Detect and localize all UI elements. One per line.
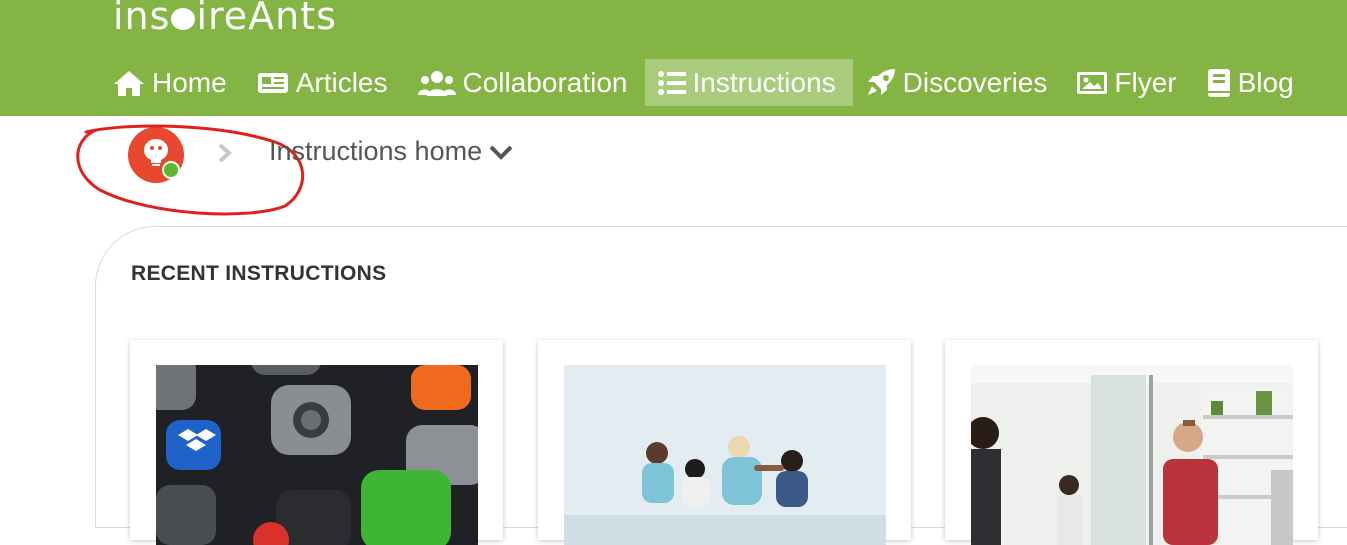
main-nav: Home Articles Collaboration Instructions…: [100, 59, 1311, 106]
home-icon: [112, 69, 146, 97]
nav-label: Instructions: [692, 66, 836, 98]
card-image-phone-apps[interactable]: [156, 365, 478, 545]
nav-item-collaboration[interactable]: Collaboration: [405, 59, 645, 106]
chevron-right-icon: [218, 143, 233, 163]
rocket-icon: [865, 68, 897, 98]
card-image-office-meeting[interactable]: [971, 365, 1293, 545]
top-header: ins ireAnts Home Articles Collaboration I…: [0, 0, 1347, 116]
nav-item-instructions[interactable]: Instructions: [644, 59, 853, 106]
nav-label: Articles: [295, 66, 388, 98]
nav-label: Blog: [1237, 66, 1294, 98]
nav-label: Collaboration: [462, 66, 628, 98]
nav-item-home[interactable]: Home: [100, 59, 244, 106]
nav-item-articles[interactable]: Articles: [244, 59, 405, 106]
card-image-group-beach[interactable]: [564, 365, 886, 545]
nav-item-blog[interactable]: Blog: [1194, 59, 1311, 106]
instruction-card[interactable]: [945, 340, 1318, 545]
image-icon: [1076, 71, 1108, 95]
instruction-card[interactable]: [130, 340, 503, 545]
list-icon: [657, 70, 687, 96]
nav-label: Discoveries: [902, 66, 1048, 98]
section-title: RECENT INSTRUCTIONS: [131, 262, 387, 285]
newspaper-icon: [256, 71, 290, 95]
breadcrumb-current[interactable]: Instructions home: [269, 136, 482, 167]
nav-item-flyer[interactable]: Flyer: [1064, 59, 1193, 106]
logo-text-left: ins: [113, 0, 171, 38]
nav-label: Home: [152, 66, 227, 98]
nav-item-discoveries[interactable]: Discoveries: [853, 59, 1065, 106]
book-icon: [1206, 68, 1232, 98]
instruction-card[interactable]: [538, 340, 911, 545]
logo-text-right: ireAnts: [196, 0, 337, 38]
red-annotation-circle: [76, 124, 305, 216]
nav-label: Flyer: [1114, 66, 1177, 98]
lightbulb-icon: [171, 7, 196, 30]
users-icon: [417, 69, 457, 97]
site-logo[interactable]: ins ireAnts: [113, 0, 337, 38]
chevron-down-icon[interactable]: [488, 143, 514, 163]
